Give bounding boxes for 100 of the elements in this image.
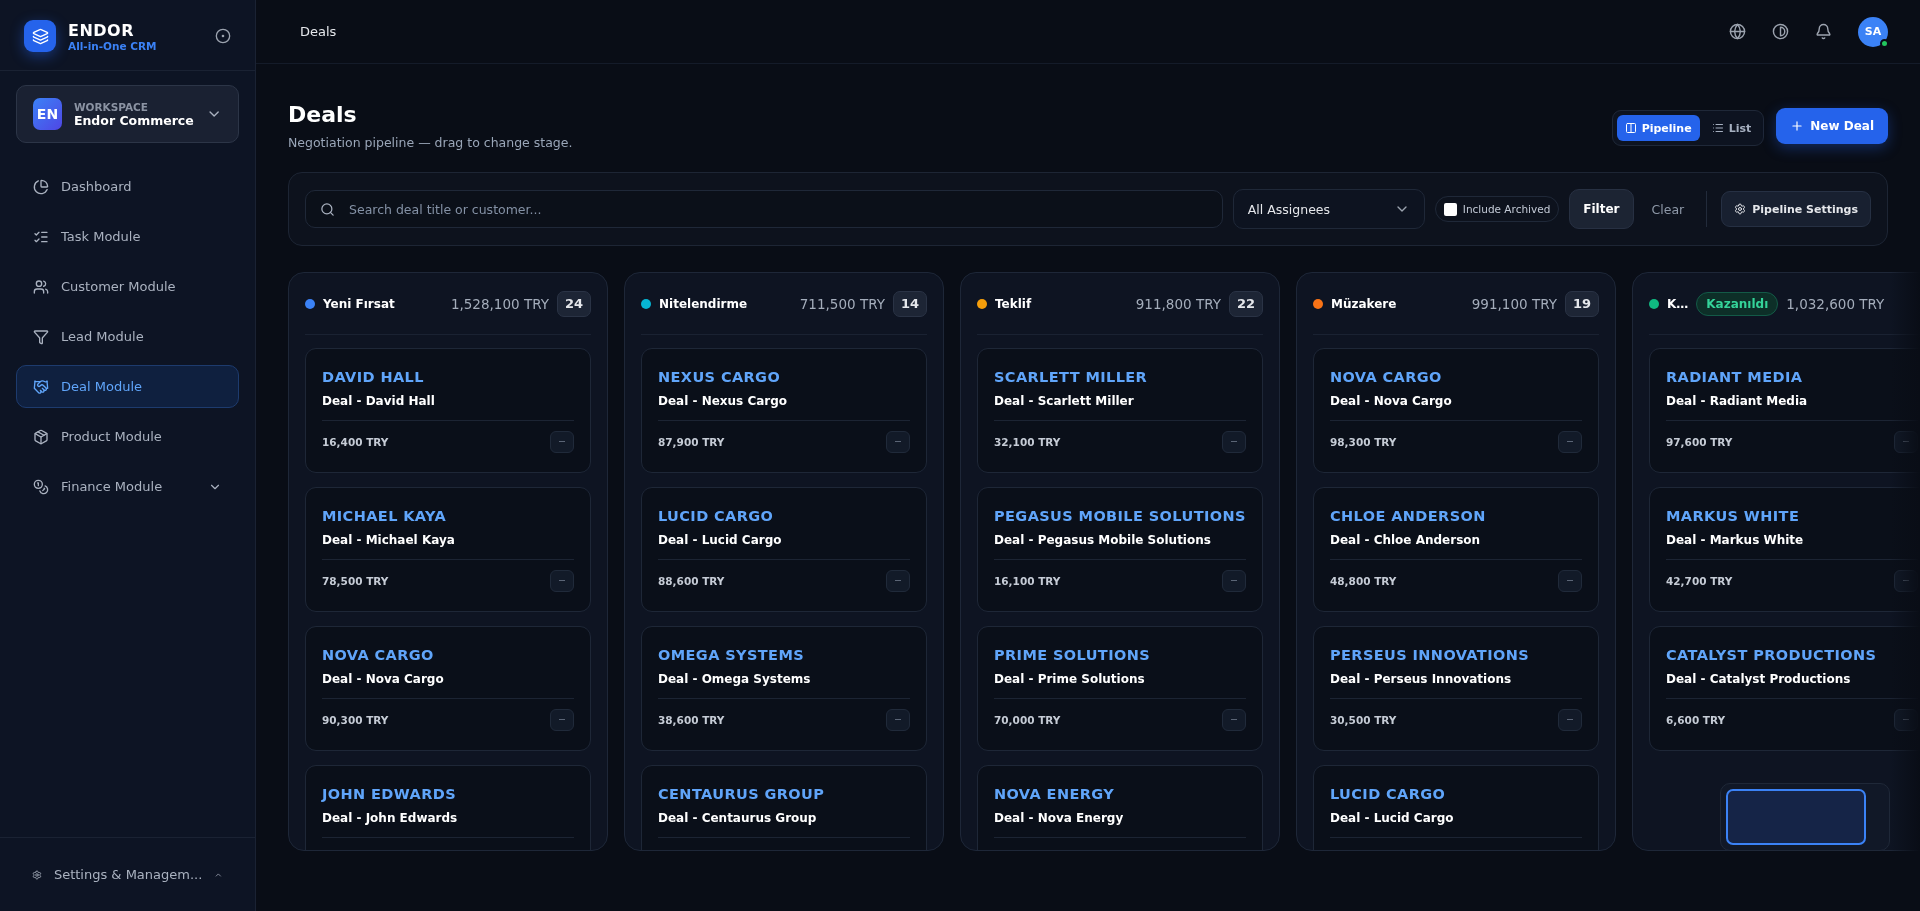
minus-icon	[895, 719, 901, 721]
deal-customer: MARKUS WHITE	[1666, 508, 1801, 524]
sidebar-item[interactable]: Lead Module	[16, 315, 239, 358]
new-deal-button[interactable]: New Deal	[1776, 108, 1888, 144]
minus-icon	[559, 719, 565, 721]
deal-card[interactable]: LUCID CARGO Deal - Lucid Cargo	[1313, 765, 1599, 850]
bell-icon[interactable]	[1815, 23, 1832, 40]
settings-menu[interactable]: Settings & Managem...	[0, 837, 255, 911]
user-avatar[interactable]: SA	[1858, 16, 1888, 47]
logo-icon	[24, 20, 56, 52]
search-field[interactable]: Search deal title or customer...	[305, 190, 1223, 228]
minus-button[interactable]	[886, 709, 910, 731]
settings-icon	[1734, 203, 1747, 215]
minus-button[interactable]	[1894, 709, 1918, 731]
minus-icon	[559, 580, 565, 582]
stage-count: 22	[1228, 290, 1263, 317]
stage-total: 911,800 TRY	[1135, 295, 1221, 312]
deal-title: Deal - Pegasus Mobile Solutions	[994, 533, 1212, 547]
stage-total: 991,100 TRY	[1471, 295, 1557, 312]
deal-customer: CHLOE ANDERSON	[1330, 508, 1487, 524]
deal-amount: 70,000 TRY	[994, 714, 1061, 726]
minus-icon	[1567, 580, 1573, 582]
minus-button[interactable]	[1222, 431, 1246, 453]
deal-amount: 48,800 TRY	[1330, 575, 1397, 587]
minus-icon	[1567, 719, 1573, 721]
minus-icon	[1567, 441, 1573, 443]
sidebar-item[interactable]: Dashboard	[16, 165, 239, 208]
sidebar-item[interactable]: Product Module	[16, 415, 239, 458]
contrast-icon[interactable]	[1772, 23, 1789, 40]
deal-amount: 97,600 TRY	[1666, 436, 1733, 448]
deal-title: Deal - Perseus Innovations	[1330, 672, 1513, 686]
deal-title: Deal - Markus White	[1666, 533, 1805, 547]
minus-button[interactable]	[1894, 431, 1918, 453]
minus-button[interactable]	[1558, 570, 1582, 592]
minus-button[interactable]	[1222, 709, 1246, 731]
deal-title: Deal - Lucid Cargo	[658, 533, 783, 547]
minus-button[interactable]	[550, 570, 574, 592]
globe-icon[interactable]	[1729, 23, 1746, 40]
deal-title: Deal - Nova Cargo	[322, 672, 445, 686]
deal-title: Deal - Radiant Media	[1666, 394, 1809, 408]
workspace-switcher[interactable]: EN WORKSPACE Endor Commerce	[16, 85, 239, 143]
deal-card[interactable]: OMEGA SYSTEMS Deal - Omega Systems 38,600 TRY	[641, 626, 927, 751]
minus-icon	[1903, 441, 1909, 443]
search-input[interactable]: Search deal title or customer...	[347, 200, 1208, 218]
sidebar-item[interactable]: Task Module	[16, 215, 239, 258]
view-tab[interactable]: Pipeline	[1616, 115, 1700, 141]
pipeline-settings-button[interactable]: Pipeline Settings	[1721, 191, 1871, 227]
clear-button[interactable]: Clear	[1643, 189, 1693, 229]
minus-button[interactable]	[550, 709, 574, 731]
minus-button[interactable]	[886, 570, 910, 592]
deal-card[interactable]: NOVA CARGO Deal - Nova Cargo 90,300 TRY	[305, 626, 591, 751]
stage-name: Teklif	[995, 296, 1032, 311]
minus-button[interactable]	[550, 431, 574, 453]
deal-amount: 38,600 TRY	[658, 714, 725, 726]
deal-card[interactable]: NOVA ENERGY Deal - Nova Energy	[977, 765, 1263, 850]
deal-card[interactable]: PEGASUS MOBILE SOLUTIONS Deal - Pegasus Mobile Solutions 16,100 TRY	[977, 487, 1263, 612]
stage-name: Müzakere	[1331, 296, 1397, 311]
deal-card[interactable]: PRIME SOLUTIONS Deal - Prime Solutions 70,000 TRY	[977, 626, 1263, 751]
stage-total: 711,500 TRY	[799, 295, 885, 312]
deal-customer: DAVID HALL	[322, 369, 425, 385]
deal-customer: NOVA CARGO	[322, 647, 435, 663]
deal-title: Deal - Lucid Cargo	[1330, 811, 1455, 825]
deal-card[interactable]: CENTAURUS GROUP Deal - Centaurus Group	[641, 765, 927, 850]
deal-amount: 16,100 TRY	[994, 575, 1061, 587]
deal-title: Deal - David Hall	[322, 394, 436, 408]
deal-customer: CENTAURUS GROUP	[658, 786, 826, 802]
minus-button[interactable]	[1558, 431, 1582, 453]
target-icon[interactable]	[215, 28, 231, 44]
deal-card[interactable]: NEXUS CARGO Deal - Nexus Cargo 87,900 TRY	[641, 348, 927, 473]
sidebar-item[interactable]: Deal Module	[16, 365, 239, 408]
deal-customer: SCARLETT MILLER	[994, 369, 1149, 385]
deal-title: Deal - Nova Energy	[994, 811, 1125, 825]
sidebar-item[interactable]: Customer Module	[16, 265, 239, 308]
handshake-icon	[33, 378, 49, 395]
deal-card[interactable]: JOHN EDWARDS Deal - John Edwards	[305, 765, 591, 850]
deal-amount: 6,600 TRY	[1666, 714, 1726, 726]
deal-customer: RADIANT MEDIA	[1666, 369, 1804, 385]
deal-amount: 78,500 TRY	[322, 575, 389, 587]
minus-icon	[1903, 719, 1909, 721]
deal-customer: LUCID CARGO	[1330, 786, 1447, 802]
package-icon	[33, 428, 49, 445]
minus-button[interactable]	[886, 431, 910, 453]
minus-button[interactable]	[1558, 709, 1582, 731]
filter-button[interactable]: Filter	[1569, 189, 1634, 229]
deal-card[interactable]: PERSEUS INNOVATIONS Deal - Perseus Innovations 30,500 TRY	[1313, 626, 1599, 751]
assignee-select[interactable]: All Assignees	[1232, 189, 1425, 229]
deal-amount: 88,600 TRY	[658, 575, 725, 587]
view-tab[interactable]: List	[1703, 115, 1760, 141]
sidebar-item[interactable]: Finance Module	[16, 465, 239, 508]
deal-card[interactable]: MICHAEL KAYA Deal - Michael Kaya 78,500 TRY	[305, 487, 591, 612]
deal-card[interactable]: SCARLETT MILLER Deal - Scarlett Miller 32,100 TRY	[977, 348, 1263, 473]
minus-button[interactable]	[1894, 570, 1918, 592]
deal-card[interactable]: LUCID CARGO Deal - Lucid Cargo 88,600 TRY	[641, 487, 927, 612]
deal-card[interactable]: DAVID HALL Deal - David Hall 16,400 TRY	[305, 348, 591, 473]
deal-title: Deal - Omega Systems	[658, 672, 812, 686]
deal-card[interactable]: NOVA CARGO Deal - Nova Cargo 98,300 TRY	[1313, 348, 1599, 473]
minus-button[interactable]	[1222, 570, 1246, 592]
deal-card[interactable]: CHLOE ANDERSON Deal - Chloe Anderson 48,800 TRY	[1313, 487, 1599, 612]
deal-title: Deal - Nexus Cargo	[658, 394, 789, 408]
stage-count: 24	[556, 290, 591, 317]
